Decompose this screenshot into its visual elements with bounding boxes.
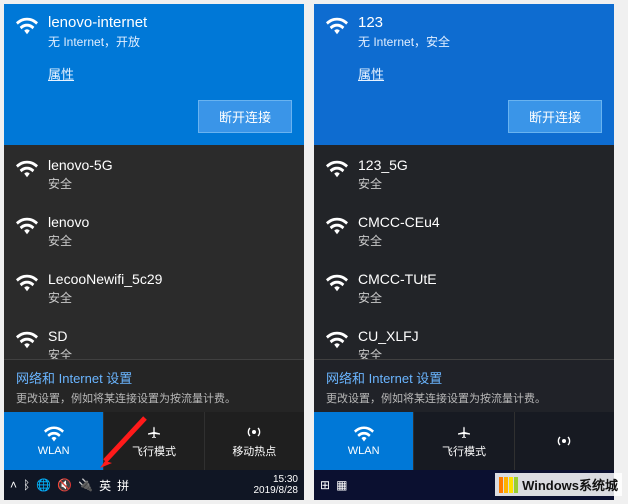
connected-status: 无 Internet，开放 — [48, 33, 292, 50]
wifi-icon — [44, 426, 64, 442]
hotspot-icon — [554, 433, 574, 449]
properties-link[interactable]: 属性 — [358, 64, 384, 83]
wifi-icon — [16, 160, 38, 178]
power-icon[interactable]: 🔌 — [78, 478, 93, 492]
globe-icon[interactable]: 🌐 — [36, 478, 51, 492]
connected-ssid: 123 — [358, 14, 602, 31]
quick-tiles: WLAN 飞行模式 移动热点 — [4, 412, 304, 470]
network-item[interactable]: CU_XLFJ 安全 — [314, 316, 614, 359]
wifi-icon — [16, 274, 38, 292]
network-list: 123_5G安全CMCC-CEu4安全CMCC-TUtE安全CU_XLFJ安全l… — [314, 145, 614, 359]
wifi-icon — [16, 17, 38, 35]
taskbar: ˄ ᛒ 🌐 🔇 🔌 英 拼 15:30 2019/8/28 — [4, 470, 304, 500]
airplane-icon — [144, 424, 164, 440]
start-icon[interactable]: ⊞ — [320, 478, 330, 492]
network-item[interactable]: CMCC-TUtE 安全 — [314, 259, 614, 316]
wifi-flyout-left: lenovo-internet 无 Internet，开放 属性 断开连接 le… — [4, 4, 304, 500]
connected-ssid: lenovo-internet — [48, 14, 292, 31]
tile-label: WLAN — [348, 445, 380, 457]
chevron-up-icon[interactable]: ˄ — [10, 478, 17, 492]
properties-link[interactable]: 属性 — [48, 64, 74, 83]
airplane-icon — [454, 424, 474, 440]
network-security: 安全 — [48, 232, 292, 249]
network-list: lenovo-5G 安全 lenovo 安全 LecooNewifi_5c29 安全 SD 安… — [4, 145, 304, 359]
bluetooth-icon[interactable]: ᛒ — [23, 478, 30, 492]
network-ssid: CU_XLFJ — [358, 328, 602, 344]
clock-date: 2019/8/28 — [254, 485, 299, 496]
tile-hotspot[interactable] — [515, 412, 614, 470]
tile-label: 飞行模式 — [132, 443, 176, 459]
app-icon[interactable]: ▦ — [336, 478, 347, 492]
wifi-icon — [16, 217, 38, 235]
network-security: 安全 — [48, 175, 292, 192]
network-item[interactable]: CMCC-CEu4 安全 — [314, 202, 614, 259]
network-ssid: SD — [48, 328, 292, 344]
network-ssid: 123_5G — [358, 157, 602, 173]
connected-status: 无 Internet，安全 — [358, 33, 602, 50]
network-security: 安全 — [358, 175, 602, 192]
tile-label: 移动热点 — [232, 443, 276, 459]
network-ssid: lenovo-5G — [48, 157, 292, 173]
network-security: 安全 — [48, 346, 292, 359]
quick-tiles: WLAN 飞行模式 — [314, 412, 614, 470]
wifi-flyout-right: 123 无 Internet，安全 属性 断开连接 123_5G安全CMCC-C… — [314, 4, 614, 500]
wifi-icon — [354, 426, 374, 442]
network-settings-link[interactable]: 网络和 Internet 设置 更改设置，例如将某连接设置为按流量计费。 — [314, 359, 614, 412]
clock[interactable]: 15:30 2019/8/28 — [254, 474, 299, 496]
tile-airplane[interactable]: 飞行模式 — [104, 412, 204, 470]
wifi-icon — [326, 217, 348, 235]
network-item[interactable]: LecooNewifi_5c29 安全 — [4, 259, 304, 316]
tile-label: WLAN — [38, 445, 70, 457]
settings-title: 网络和 Internet 设置 — [16, 368, 292, 387]
logo-bars-icon — [499, 477, 518, 493]
wifi-icon — [16, 331, 38, 349]
network-item[interactable]: lenovo-5G 安全 — [4, 145, 304, 202]
settings-subtitle: 更改设置，例如将某连接设置为按流量计费。 — [326, 390, 602, 406]
tile-airplane[interactable]: 飞行模式 — [414, 412, 514, 470]
watermark: Windows系统城 — [495, 473, 622, 496]
network-security: 安全 — [358, 346, 602, 359]
ime-lang[interactable]: 英 — [99, 477, 111, 494]
network-item[interactable]: SD 安全 — [4, 316, 304, 359]
wifi-icon — [326, 160, 348, 178]
connected-network[interactable]: 123 无 Internet，安全 属性 断开连接 — [314, 4, 614, 145]
network-settings-link[interactable]: 网络和 Internet 设置 更改设置，例如将某连接设置为按流量计费。 — [4, 359, 304, 412]
system-tray: ⊞ ▦ — [320, 478, 347, 492]
system-tray: ˄ ᛒ 🌐 🔇 🔌 英 拼 — [10, 477, 129, 494]
hotspot-icon — [244, 424, 264, 440]
wifi-icon — [326, 331, 348, 349]
network-item[interactable]: 123_5G 安全 — [314, 145, 614, 202]
network-security: 安全 — [358, 289, 602, 306]
wifi-icon — [326, 274, 348, 292]
wifi-icon — [326, 17, 348, 35]
network-ssid: CMCC-TUtE — [358, 271, 602, 287]
network-ssid: lenovo — [48, 214, 292, 230]
network-ssid: CMCC-CEu4 — [358, 214, 602, 230]
watermark-text: Windows系统城 — [522, 475, 618, 494]
settings-title: 网络和 Internet 设置 — [326, 368, 602, 387]
network-security: 安全 — [48, 289, 292, 306]
volume-icon[interactable]: 🔇 — [57, 478, 72, 492]
disconnect-button[interactable]: 断开连接 — [508, 100, 602, 133]
tile-label: 飞行模式 — [442, 443, 486, 459]
tile-hotspot[interactable]: 移动热点 — [205, 412, 304, 470]
tile-wlan[interactable]: WLAN — [4, 412, 104, 470]
tile-wlan[interactable]: WLAN — [314, 412, 414, 470]
disconnect-button[interactable]: 断开连接 — [198, 100, 292, 133]
clock-time: 15:30 — [254, 474, 299, 485]
settings-subtitle: 更改设置，例如将某连接设置为按流量计费。 — [16, 390, 292, 406]
network-security: 安全 — [358, 232, 602, 249]
network-ssid: LecooNewifi_5c29 — [48, 271, 292, 287]
ime-mode[interactable]: 拼 — [117, 477, 129, 494]
connected-network[interactable]: lenovo-internet 无 Internet，开放 属性 断开连接 — [4, 4, 304, 145]
network-item[interactable]: lenovo 安全 — [4, 202, 304, 259]
